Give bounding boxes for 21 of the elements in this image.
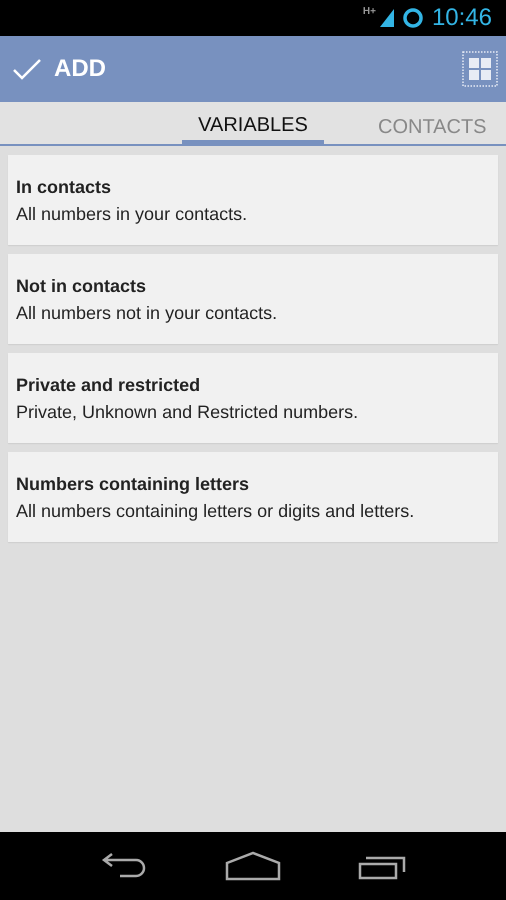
item-title: In contacts xyxy=(16,177,112,198)
signal-icon xyxy=(380,9,394,27)
home-icon[interactable] xyxy=(224,851,281,881)
list-item[interactable]: In contacts All numbers in your contacts. xyxy=(8,155,498,245)
item-description: Private, Unknown and Restricted numbers. xyxy=(16,402,360,423)
list-item[interactable]: Not in contacts All numbers not in your contacts. xyxy=(8,254,498,344)
item-description: All numbers in your contacts. xyxy=(16,204,248,225)
item-description: All numbers not in your contacts. xyxy=(16,303,278,324)
clock: 10:46 xyxy=(432,4,492,32)
checkmark-icon xyxy=(12,58,42,80)
ring-icon xyxy=(402,7,424,29)
tab[interactable]: VARIABLES xyxy=(182,102,324,144)
add-label: ADD xyxy=(54,55,106,83)
item-description: All numbers containing letters or digits and letters. xyxy=(16,501,416,522)
list-item[interactable]: Private and restricted Private, Unknown and Restricted numbers. xyxy=(8,353,498,443)
item-title: Private and restricted xyxy=(16,375,202,396)
list-item[interactable]: Numbers containing letters All numbers containing letters or digits and letters. xyxy=(8,452,498,542)
item-title: Not in contacts xyxy=(16,276,148,297)
grid-icon[interactable] xyxy=(462,51,498,87)
item-title: Numbers containing letters xyxy=(16,474,250,495)
network-type: H+ xyxy=(362,6,376,17)
